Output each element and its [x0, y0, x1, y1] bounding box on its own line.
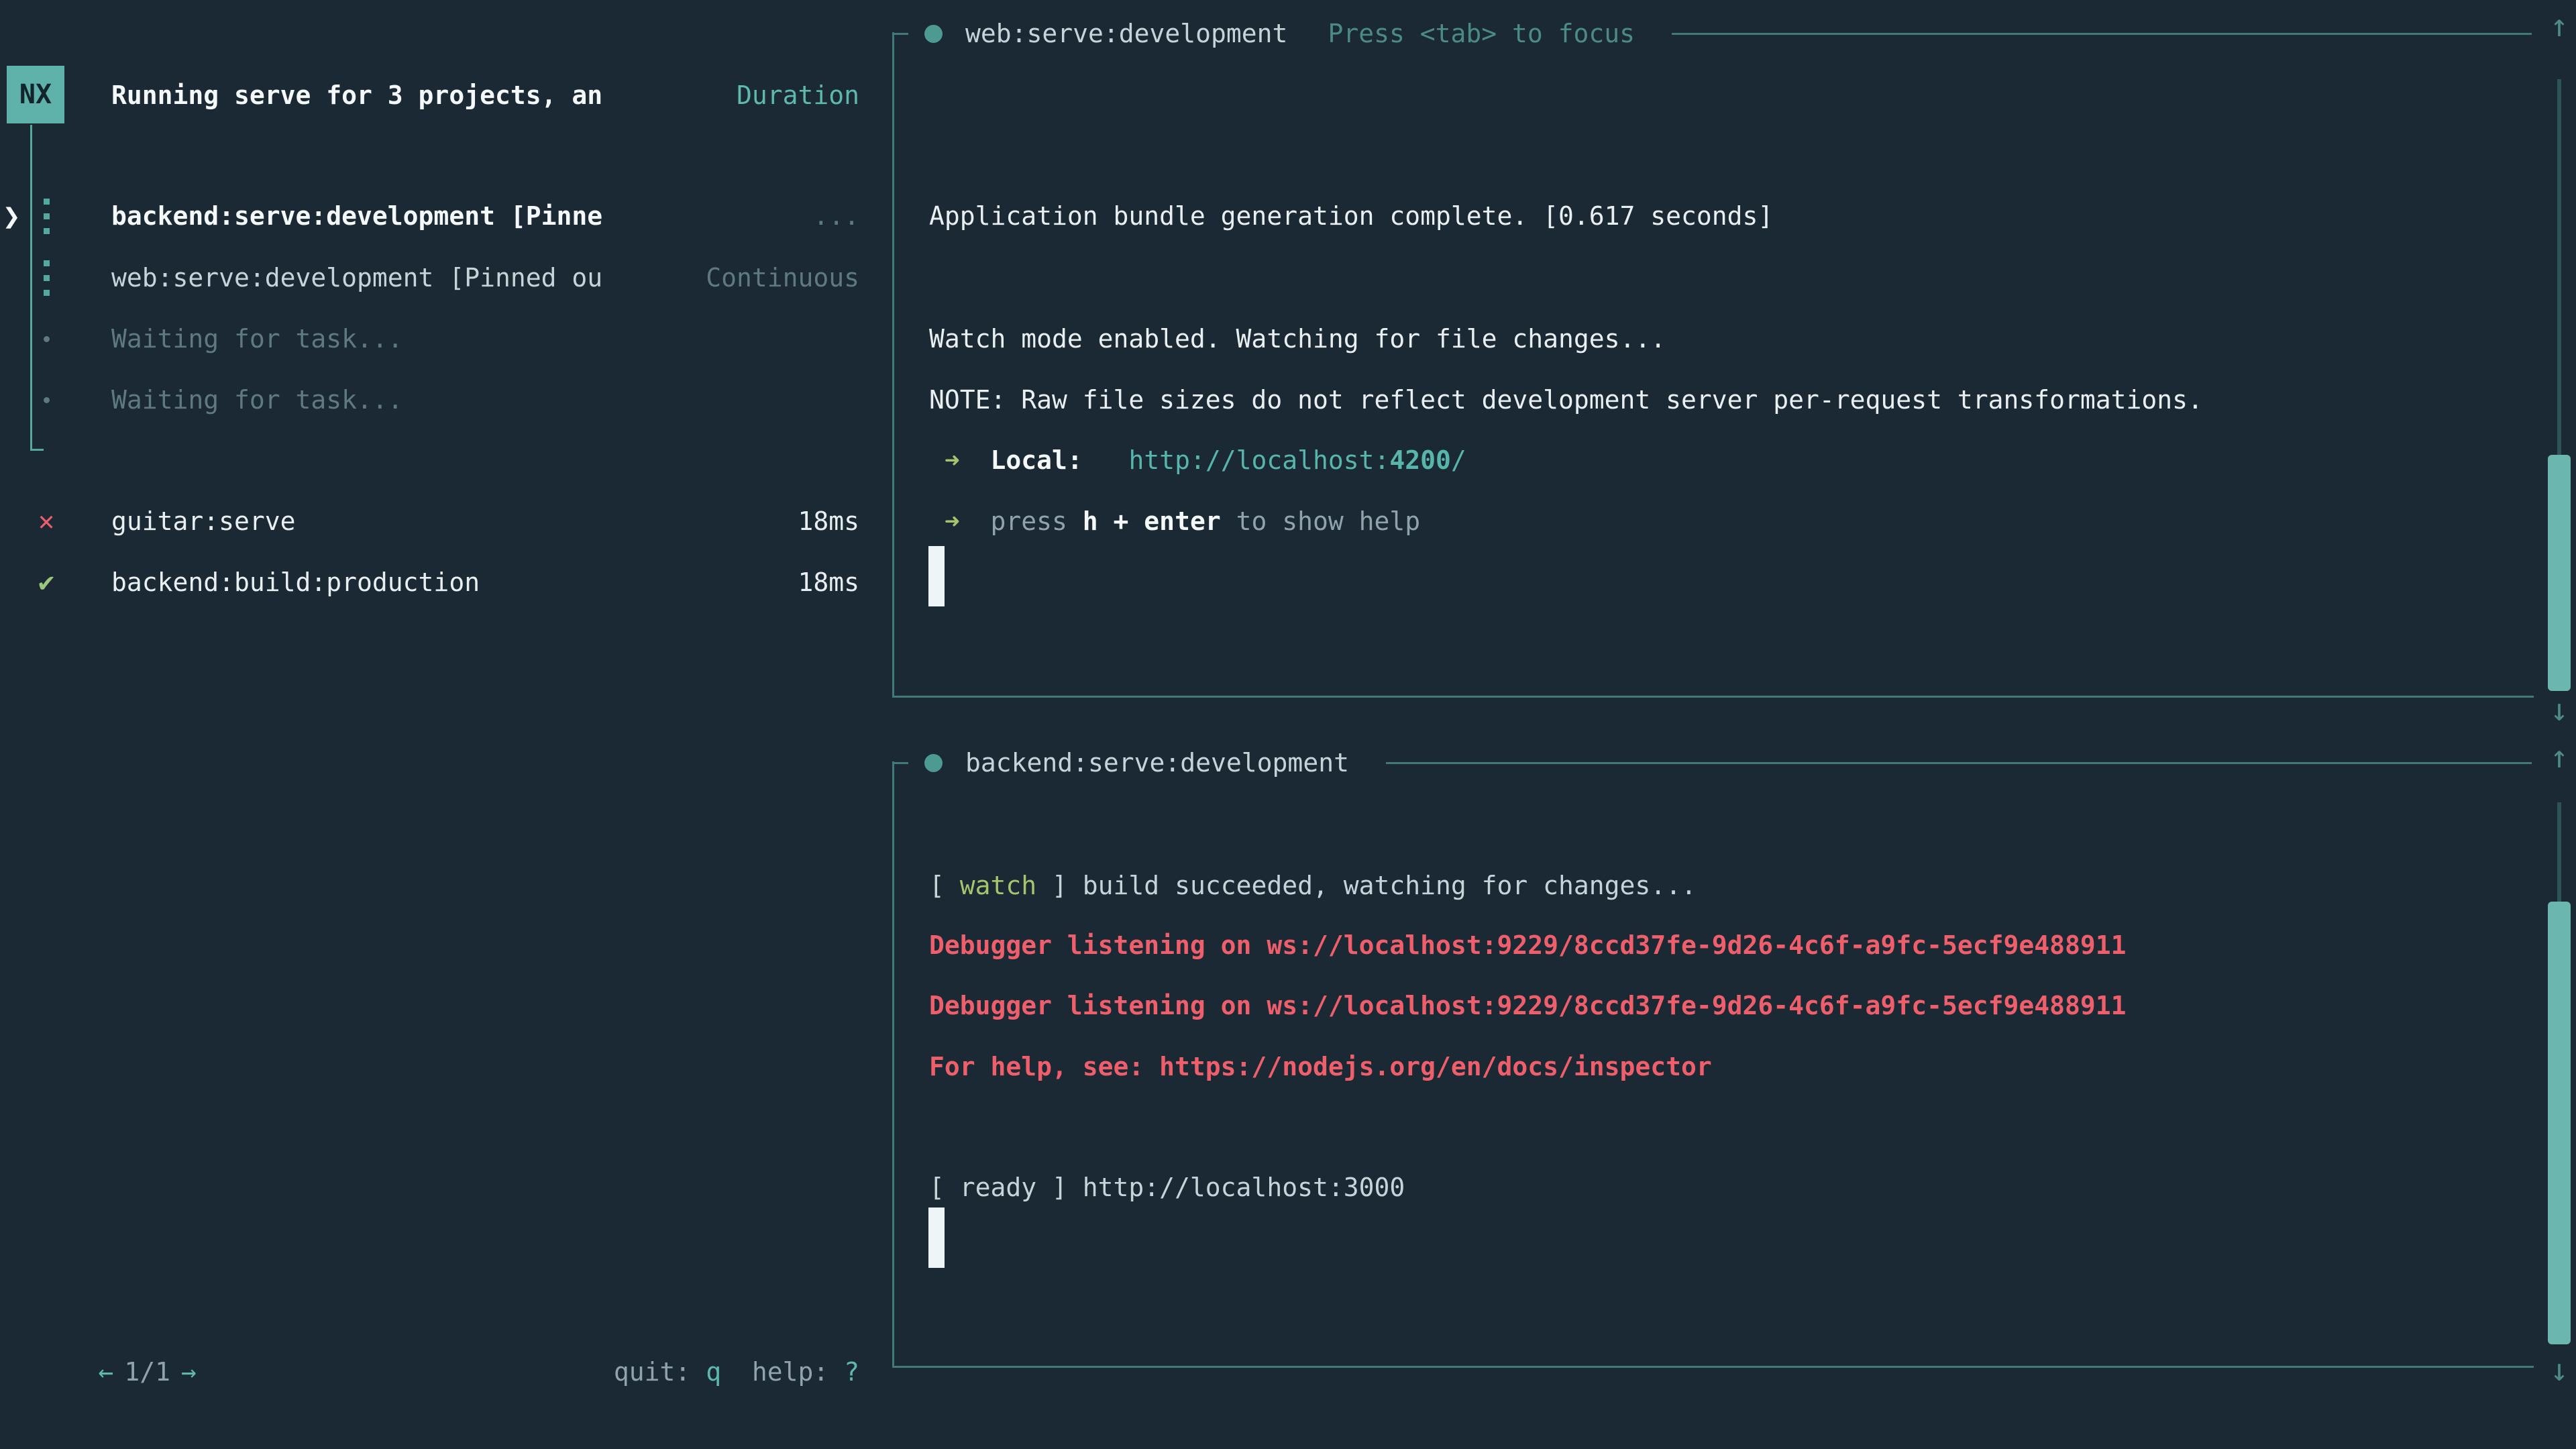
task-name: web:serve:development [Pinned ou — [111, 263, 602, 292]
task-list-header: Running serve for 3 projects, an Duratio… — [0, 64, 885, 126]
scrollbar-track[interactable] — [2557, 802, 2561, 902]
prompt-arrow-icon: ➜ — [929, 445, 991, 475]
duration-column-header: Duration — [737, 80, 859, 110]
log-line-watch-mode: Watch mode enabled. Watching for file ch… — [929, 308, 1666, 370]
waiting-dot-icon — [31, 397, 62, 403]
border-stub — [892, 762, 908, 764]
page-next-icon[interactable]: → — [181, 1357, 197, 1387]
panel-bullet-icon — [924, 754, 943, 772]
log-line-debugger-help: For help, see: https://nodejs.org/en/doc… — [929, 1036, 1712, 1097]
task-name: guitar:serve — [111, 506, 296, 536]
localhost-4200-port[interactable]: 4200 — [1389, 445, 1451, 475]
task-row-web-serve[interactable]: web:serve:development [Pinned ou Continu… — [0, 247, 885, 309]
task-duration: 18ms — [798, 506, 859, 536]
localhost-4200-slash[interactable]: / — [1451, 445, 1466, 475]
scroll-down-icon[interactable]: ↓ — [2542, 690, 2576, 730]
task-name: backend:build:production — [111, 568, 480, 597]
run-summary-title: Running serve for 3 projects, an — [111, 80, 602, 110]
panel-title: backend:serve:development — [965, 748, 1349, 777]
prompt-arrow-icon: ➜ — [929, 506, 991, 536]
panel-title: web:serve:development — [965, 19, 1287, 48]
sidebar-bottom-bar: ← 1/1 → quit: q help: ? — [0, 1341, 885, 1403]
help-shortcut-key: ? — [844, 1357, 859, 1387]
running-spinner-icon — [31, 260, 62, 296]
task-row-waiting-1[interactable]: Waiting for task... — [0, 308, 885, 370]
log-line-bundle-complete: Application bundle generation complete. … — [929, 185, 1773, 247]
log-line-watch-succeeded: [ watch ] build succeeded, watching for … — [929, 855, 1697, 916]
task-name: Waiting for task... — [111, 385, 403, 415]
task-row-guitar-serve[interactable]: ✕ guitar:serve 18ms — [0, 490, 885, 552]
task-name: backend:serve:development [Pinne — [111, 201, 602, 231]
task-group-tree-elbow — [30, 449, 44, 451]
task-duration: ... — [813, 201, 859, 231]
scrollbar-thumb[interactable] — [2548, 455, 2571, 691]
terminal-cursor — [928, 546, 945, 606]
panel-bullet-icon — [924, 25, 943, 43]
page-indicator: 1/1 — [124, 1357, 170, 1387]
selected-chevron-icon: ❯ — [3, 199, 21, 233]
running-spinner-icon — [31, 199, 62, 234]
panel-top-border — [1672, 33, 2532, 35]
log-line-local-url: ➜ Local: http://localhost:4200/ — [929, 429, 1466, 491]
terminal-cursor — [928, 1208, 945, 1268]
scroll-down-icon[interactable]: ↓ — [2542, 1350, 2576, 1390]
log-line-debugger-1: Debugger listening on ws://localhost:922… — [929, 914, 2126, 976]
backend-serve-panel-header[interactable]: backend:serve:development — [892, 732, 2532, 794]
localhost-4200-link[interactable]: http://localhost: — [1128, 445, 1389, 475]
task-duration: 18ms — [798, 568, 859, 597]
task-name: Waiting for task... — [111, 324, 403, 354]
scroll-up-icon[interactable]: ↑ — [2542, 5, 2576, 46]
scrollbar-track[interactable] — [2557, 79, 2561, 455]
page-prev-icon[interactable]: ← — [99, 1357, 114, 1387]
log-line-note: NOTE: Raw file sizes do not reflect deve… — [929, 369, 2203, 431]
waiting-dot-icon — [31, 336, 62, 342]
quit-shortcut-label: quit: — [614, 1357, 706, 1387]
scroll-up-icon[interactable]: ↑ — [2542, 737, 2576, 777]
log-line-help-hint: ➜ press h + enter to show help — [929, 490, 1420, 552]
border-stub — [892, 33, 908, 35]
scrollbar-thumb[interactable] — [2548, 902, 2571, 1344]
success-check-icon: ✔ — [31, 567, 62, 598]
task-duration: Continuous — [706, 263, 859, 292]
quit-shortcut-key: q — [706, 1357, 721, 1387]
log-line-debugger-2: Debugger listening on ws://localhost:922… — [929, 975, 2126, 1036]
task-row-waiting-2[interactable]: Waiting for task... — [0, 369, 885, 431]
web-serve-panel-header[interactable]: web:serve:development Press <tab> to foc… — [892, 3, 2532, 64]
task-row-backend-serve[interactable]: ❯ backend:serve:development [Pinne ... — [0, 185, 885, 247]
help-shortcut-label: help: — [721, 1357, 844, 1387]
failed-x-icon: ✕ — [31, 506, 62, 537]
panel-top-border — [1386, 762, 2532, 764]
task-row-backend-build[interactable]: ✔ backend:build:production 18ms — [0, 551, 885, 613]
focus-hint: Press <tab> to focus — [1328, 19, 1635, 48]
log-line-ready: [ ready ] http://localhost:3000 — [929, 1157, 1405, 1218]
